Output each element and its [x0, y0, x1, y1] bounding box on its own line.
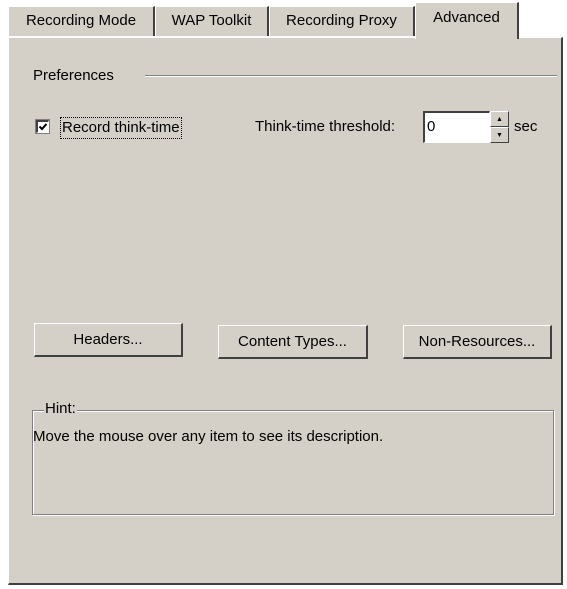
hint-label: Hint: — [44, 400, 77, 417]
non-resources-button-label: Non-Resources... — [418, 333, 536, 350]
content-types-button-label: Content Types... — [238, 333, 347, 350]
record-think-time-checkbox[interactable] — [35, 119, 50, 134]
hint-group — [32, 410, 554, 515]
headers-button-label: Headers... — [73, 331, 143, 348]
spin-up-icon: ▲ — [496, 115, 503, 123]
tab-label: WAP Toolkit — [171, 12, 252, 29]
tab-advanced[interactable]: Advanced — [415, 2, 519, 39]
checkmark-icon — [38, 123, 48, 131]
threshold-unit: sec — [514, 118, 538, 135]
headers-button[interactable]: Headers... — [34, 323, 183, 357]
tab-recording-proxy[interactable]: Recording Proxy — [269, 6, 415, 36]
preferences-divider-highlight — [145, 76, 557, 77]
tab-wap-toolkit[interactable]: WAP Toolkit — [155, 6, 269, 36]
content-types-button[interactable]: Content Types... — [218, 325, 368, 359]
tab-label: Recording Mode — [25, 12, 137, 29]
non-resources-button[interactable]: Non-Resources... — [403, 325, 552, 359]
tab-label: Advanced — [433, 9, 500, 26]
record-think-time-label[interactable]: Record think-time — [60, 117, 182, 139]
threshold-label: Think-time threshold: — [255, 118, 396, 135]
hint-text: Move the mouse over any item to see its … — [33, 428, 384, 445]
preferences-group-label: Preferences — [33, 67, 114, 84]
tab-recording-mode[interactable]: Recording Mode — [8, 6, 155, 36]
spin-down-icon: ▼ — [496, 131, 503, 139]
spin-up-button[interactable]: ▲ — [490, 111, 509, 127]
tab-label: Recording Proxy — [286, 12, 397, 29]
threshold-input[interactable]: 0 — [423, 111, 490, 143]
spin-down-button[interactable]: ▼ — [490, 127, 509, 143]
